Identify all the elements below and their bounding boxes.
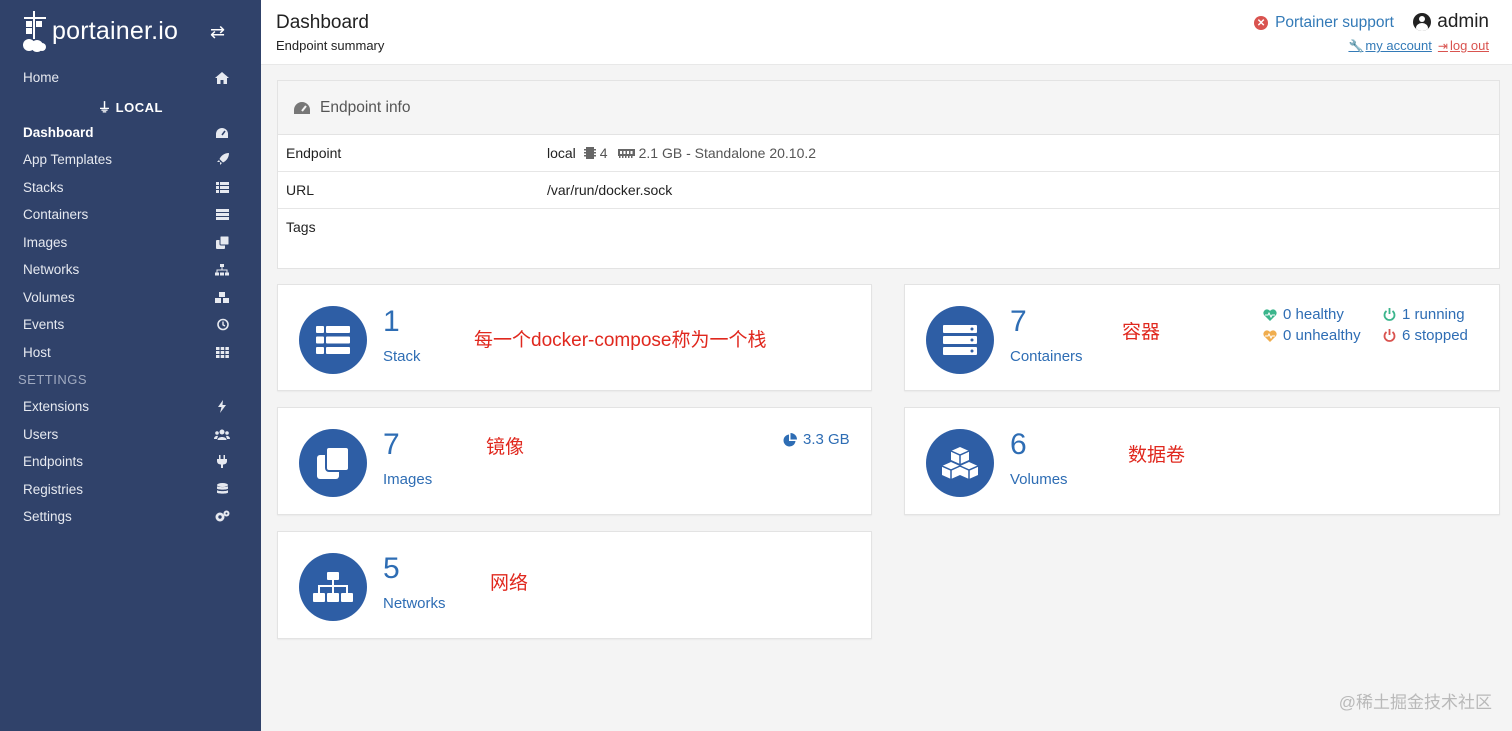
sitemap-icon	[214, 262, 230, 278]
plug-icon	[214, 454, 230, 470]
portainer-support-link[interactable]: ✕ Portainer support	[1254, 14, 1394, 32]
clone-icon	[299, 429, 367, 497]
sidebar-item-registries[interactable]: Registries	[0, 476, 261, 503]
stack-annotation: 每一个docker-compose称为一个栈	[474, 330, 767, 351]
sidebar-item-home[interactable]: Home	[0, 64, 261, 91]
page-title: Dashboard	[276, 12, 369, 33]
containers-widget[interactable]: 7 Containers 容器 0 healthy 0 unhealthy 1 …	[904, 284, 1500, 391]
portainer-crane-icon	[23, 11, 46, 52]
networks-label: Networks	[383, 595, 446, 612]
sidebar-item-host[interactable]: Host	[0, 339, 261, 366]
sidebar-item-events[interactable]: Events	[0, 311, 261, 338]
sidebar-item-users[interactable]: Users	[0, 421, 261, 448]
tachometer-icon	[214, 125, 230, 141]
logo-text: portainer.io	[52, 16, 179, 45]
sidebar-item-dashboard[interactable]: Dashboard	[0, 119, 261, 146]
containers-annotation: 容器	[1122, 322, 1161, 343]
info-row-url: URL /var/run/docker.sock	[278, 172, 1499, 209]
sidebar-item-app-templates[interactable]: App Templates	[0, 146, 261, 173]
times-circle-icon: ✕	[1254, 16, 1269, 30]
home-icon	[214, 70, 230, 86]
sidebar-item-settings[interactable]: Settings	[0, 503, 261, 530]
bolt-icon	[214, 399, 230, 415]
rocket-icon	[214, 152, 230, 168]
sidebar-item-images[interactable]: Images	[0, 229, 261, 256]
sidebar-item-networks[interactable]: Networks	[0, 256, 261, 283]
sidebar-item-stacks[interactable]: Stacks	[0, 174, 261, 201]
heartbeat-icon	[1263, 308, 1277, 322]
sidebar-item-containers[interactable]: Containers	[0, 201, 261, 228]
sidebar: portainer.io ⇄ Home ⏚ LOCAL Dashboard Ap…	[0, 0, 261, 731]
watermark: @稀土掘金技术社区	[1338, 693, 1492, 712]
log-out-link[interactable]: ⇥ log out	[1438, 38, 1489, 53]
th-icon	[214, 345, 230, 361]
volumes-label: Volumes	[1010, 471, 1068, 488]
history-icon	[214, 317, 230, 333]
settings-section-title: SETTINGS	[18, 372, 88, 387]
users-icon	[214, 427, 230, 443]
wrench-icon: 🔧	[1348, 38, 1364, 53]
volumes-annotation: 数据卷	[1128, 445, 1186, 466]
endpoint-info-title: Endpoint info	[320, 98, 411, 116]
stack-label: Stack	[383, 348, 421, 365]
user-name: admin	[1413, 11, 1489, 33]
page-subtitle: Endpoint summary	[276, 38, 385, 53]
sitemap-icon	[299, 553, 367, 621]
stacks-widget[interactable]: 1 Stack 每一个docker-compose称为一个栈	[277, 284, 872, 391]
images-label: Images	[383, 471, 433, 488]
unhealthy-count: 0 unhealthy	[1263, 327, 1361, 344]
th-list-icon	[214, 180, 230, 196]
endpoint-title: ⏚ LOCAL	[98, 100, 163, 115]
endpoint-info-header: Endpoint info	[278, 81, 1499, 135]
tachometer-icon	[294, 101, 310, 114]
endpoint-info-panel: Endpoint info Endpoint local 4 2.1 GB - …	[277, 80, 1500, 269]
sidebar-item-endpoints[interactable]: Endpoints	[0, 448, 261, 475]
images-widget[interactable]: 7 Images 镜像 3.3 GB	[277, 407, 872, 515]
containers-label: Containers	[1010, 348, 1083, 365]
sign-out-icon: ⇥	[1437, 38, 1448, 53]
th-list-icon	[299, 306, 367, 374]
cubes-icon	[926, 429, 994, 497]
images-annotation: 镜像	[486, 437, 525, 458]
portainer-logo[interactable]: portainer.io	[22, 8, 178, 54]
stopped-count: 6 stopped	[1382, 327, 1468, 344]
exchange-icon[interactable]: ⇄	[210, 22, 225, 43]
networks-annotation: 网络	[490, 573, 529, 594]
sidebar-item-extensions[interactable]: Extensions	[0, 393, 261, 420]
heartbeat-icon	[1263, 329, 1277, 343]
running-count: 1 running	[1382, 306, 1465, 323]
cogs-icon	[214, 509, 230, 525]
sidebar-item-volumes[interactable]: Volumes	[0, 284, 261, 311]
cubes-icon	[214, 290, 230, 306]
server-icon	[926, 306, 994, 374]
power-off-icon	[1382, 329, 1396, 343]
volumes-widget[interactable]: 6 Volumes 数据卷	[904, 407, 1500, 515]
info-row-endpoint: Endpoint local 4 2.1 GB - Standalone 20.…	[278, 135, 1499, 172]
user-circle-icon	[1413, 13, 1432, 31]
power-off-icon	[1382, 308, 1396, 322]
plug-icon: ⏚	[98, 100, 112, 115]
top-header: Dashboard Endpoint summary ✕ Portainer s…	[261, 0, 1512, 65]
images-count: 7	[383, 428, 400, 461]
healthy-count: 0 healthy	[1263, 306, 1344, 323]
pie-chart-icon	[783, 432, 797, 447]
images-size: 3.3 GB	[783, 431, 850, 448]
networks-count: 5	[383, 552, 400, 585]
server-icon	[214, 207, 230, 223]
memory-icon	[617, 148, 635, 158]
clone-icon	[214, 235, 230, 251]
account-links: 🔧 my account ⇥ log out	[1348, 38, 1489, 53]
database-icon	[214, 482, 230, 498]
volumes-count: 6	[1010, 428, 1027, 461]
containers-count: 7	[1010, 305, 1027, 338]
microchip-icon	[583, 147, 596, 159]
info-row-tags: Tags	[286, 219, 316, 235]
stack-count: 1	[383, 305, 400, 338]
sidebar-item-label: Home	[23, 70, 60, 85]
networks-widget[interactable]: 5 Networks 网络	[277, 531, 872, 639]
my-account-link[interactable]: 🔧 my account	[1348, 38, 1431, 53]
